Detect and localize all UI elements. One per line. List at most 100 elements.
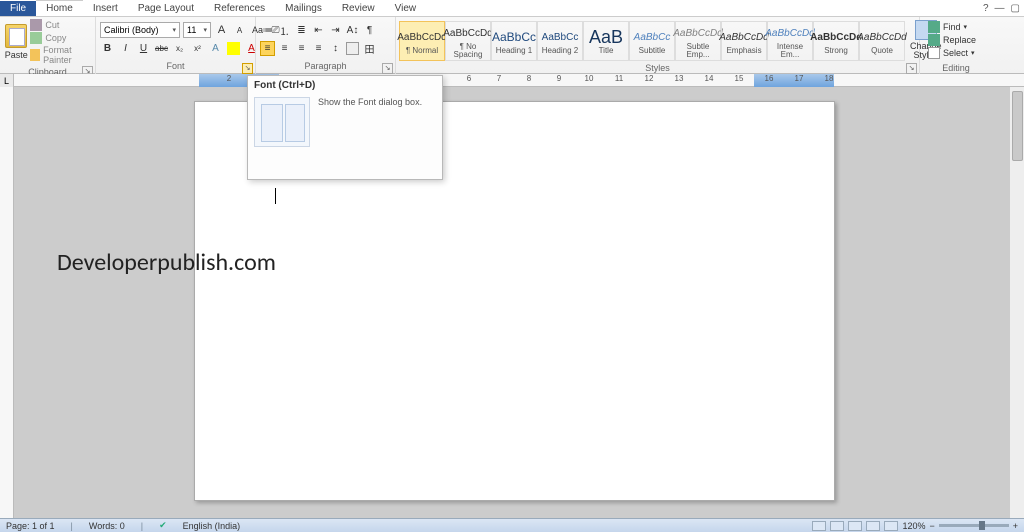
replace-button[interactable]: Replace bbox=[928, 34, 976, 46]
align-left-button[interactable]: ≡ bbox=[260, 41, 275, 56]
show-marks-button[interactable]: ¶ bbox=[362, 23, 377, 38]
group-styles: AaBbCcDd¶ NormalAaBbCcDd¶ No SpacingAaBb… bbox=[396, 17, 920, 74]
bold-button[interactable]: B bbox=[100, 41, 115, 56]
style-name-label: ¶ Normal bbox=[406, 47, 438, 55]
cut-button[interactable]: Cut bbox=[30, 19, 91, 31]
style-preview: AaBbCcDd bbox=[397, 27, 446, 47]
vertical-scrollbar[interactable] bbox=[1009, 87, 1024, 518]
tab-review[interactable]: Review bbox=[332, 1, 385, 16]
zoom-in-button[interactable]: + bbox=[1013, 521, 1018, 531]
find-button[interactable]: Find▾ bbox=[928, 21, 976, 33]
underline-button[interactable]: U bbox=[136, 41, 151, 56]
font-name-combo[interactable]: Calibri (Body) ▾ bbox=[100, 22, 180, 38]
status-words[interactable]: Words: 0 bbox=[89, 521, 125, 531]
style-name-label: Strong bbox=[824, 47, 848, 55]
justify-button[interactable]: ≡ bbox=[311, 41, 326, 56]
text-effects-button[interactable]: A bbox=[208, 41, 223, 56]
status-page[interactable]: Page: 1 of 1 bbox=[6, 521, 55, 531]
find-label: Find bbox=[943, 22, 961, 32]
line-spacing-button[interactable]: ↕ bbox=[328, 41, 343, 56]
status-language[interactable]: English (India) bbox=[183, 521, 241, 531]
view-outline-button[interactable] bbox=[866, 521, 880, 531]
paste-button[interactable]: Paste bbox=[4, 24, 28, 60]
strike-button[interactable]: abc bbox=[154, 41, 169, 56]
superscript-button[interactable]: x² bbox=[190, 41, 205, 56]
vertical-ruler bbox=[0, 87, 14, 518]
chevron-down-icon: ▾ bbox=[203, 26, 207, 34]
zoom-out-button[interactable]: − bbox=[929, 521, 934, 531]
horizontal-ruler: L 21123456789101112131415161718 bbox=[0, 74, 1024, 87]
numbering-button[interactable]: ⒈ bbox=[277, 23, 292, 38]
tab-page-layout[interactable]: Page Layout bbox=[128, 1, 204, 16]
select-button[interactable]: Select▾ bbox=[928, 47, 976, 59]
font-launcher[interactable]: ↘ bbox=[242, 63, 253, 74]
increase-indent-button[interactable]: ⇥ bbox=[328, 23, 343, 38]
font-name-value: Calibri (Body) bbox=[104, 25, 159, 35]
chevron-down-icon: ▾ bbox=[172, 26, 176, 34]
tab-mailings[interactable]: Mailings bbox=[275, 1, 332, 16]
ribbon-tabs: File Home Insert Page Layout References … bbox=[0, 0, 1024, 17]
style-item-subtitle[interactable]: AaBbCcSubtitle bbox=[629, 21, 675, 61]
style-preview: AaBbCcDd bbox=[857, 27, 906, 47]
borders-button[interactable]: 田 bbox=[362, 41, 377, 56]
style-item-quote[interactable]: AaBbCcDdQuote bbox=[859, 21, 905, 61]
help-icon[interactable]: ? bbox=[983, 3, 989, 14]
font-dialog-tooltip: Font (Ctrl+D) Show the Font dialog box. bbox=[247, 75, 443, 180]
styles-launcher[interactable]: ↘ bbox=[906, 63, 917, 74]
style-item-title[interactable]: AaBTitle bbox=[583, 21, 629, 61]
restore-icon[interactable]: ▢ bbox=[1011, 3, 1020, 14]
tab-insert[interactable]: Insert bbox=[83, 1, 128, 16]
style-item-heading-2[interactable]: AaBbCcHeading 2 bbox=[537, 21, 583, 61]
style-name-label: Title bbox=[599, 47, 614, 55]
tab-references[interactable]: References bbox=[204, 1, 275, 16]
watermark-text: Developerpublish.com bbox=[57, 248, 276, 277]
shading-button[interactable] bbox=[345, 41, 360, 56]
style-name-label: Heading 1 bbox=[496, 47, 532, 55]
tab-view[interactable]: View bbox=[385, 1, 427, 16]
view-print-button[interactable] bbox=[812, 521, 826, 531]
style-item--normal[interactable]: AaBbCcDd¶ Normal bbox=[399, 21, 445, 61]
style-item-emphasis[interactable]: AaBbCcDdEmphasis bbox=[721, 21, 767, 61]
style-name-label: Quote bbox=[871, 47, 893, 55]
bullets-button[interactable]: ≔ bbox=[260, 23, 275, 38]
scrollbar-thumb[interactable] bbox=[1012, 91, 1023, 161]
style-item-strong[interactable]: AaBbCcDcStrong bbox=[813, 21, 859, 61]
style-preview: AaBbCcDd bbox=[765, 23, 814, 43]
style-item--no-spacing[interactable]: AaBbCcDd¶ No Spacing bbox=[445, 21, 491, 61]
zoom-slider[interactable] bbox=[939, 524, 1009, 527]
group-editing: Find▾ Replace Select▾ Editing bbox=[920, 17, 992, 74]
style-item-intense-em-[interactable]: AaBbCcDdIntense Em... bbox=[767, 21, 813, 61]
align-center-button[interactable]: ≡ bbox=[277, 41, 292, 56]
view-web-button[interactable] bbox=[848, 521, 862, 531]
align-right-button[interactable]: ≡ bbox=[294, 41, 309, 56]
shrink-font-button[interactable]: A bbox=[232, 23, 247, 38]
highlight-button[interactable] bbox=[226, 41, 241, 56]
tab-file[interactable]: File bbox=[0, 1, 36, 16]
brush-icon bbox=[30, 49, 40, 61]
zoom-value[interactable]: 120% bbox=[902, 521, 925, 531]
minimize-icon[interactable]: — bbox=[995, 3, 1005, 14]
decrease-indent-button[interactable]: ⇤ bbox=[311, 23, 326, 38]
view-reading-button[interactable] bbox=[830, 521, 844, 531]
group-font: Calibri (Body)▾ 11▾ A A Aa ⎚ B I U abc x… bbox=[96, 17, 256, 74]
format-painter-button[interactable]: Format Painter bbox=[30, 45, 91, 65]
style-name-label: Emphasis bbox=[726, 47, 761, 55]
style-item-subtle-emp-[interactable]: AaBbCcDdSubtle Emp... bbox=[675, 21, 721, 61]
paragraph-launcher[interactable]: ↘ bbox=[382, 63, 393, 74]
spellcheck-icon[interactable]: ✔ bbox=[159, 520, 167, 531]
style-name-label: ¶ No Spacing bbox=[446, 43, 490, 59]
style-preview: AaBbCcDc bbox=[810, 27, 862, 47]
italic-button[interactable]: I bbox=[118, 41, 133, 56]
group-clipboard: Paste Cut Copy Format Painter Clipboard↘ bbox=[0, 17, 96, 74]
subscript-button[interactable]: x₂ bbox=[172, 41, 187, 56]
view-draft-button[interactable] bbox=[884, 521, 898, 531]
style-item-heading-1[interactable]: AaBbCcHeading 1 bbox=[491, 21, 537, 61]
font-size-combo[interactable]: 11▾ bbox=[183, 22, 211, 38]
tab-home[interactable]: Home bbox=[36, 0, 83, 16]
find-icon bbox=[928, 21, 940, 33]
zoom-slider-thumb[interactable] bbox=[979, 521, 985, 530]
grow-font-button[interactable]: A bbox=[214, 23, 229, 38]
sort-button[interactable]: A↕ bbox=[345, 23, 360, 38]
multilevel-button[interactable]: ≣ bbox=[294, 23, 309, 38]
copy-button[interactable]: Copy bbox=[30, 32, 91, 44]
